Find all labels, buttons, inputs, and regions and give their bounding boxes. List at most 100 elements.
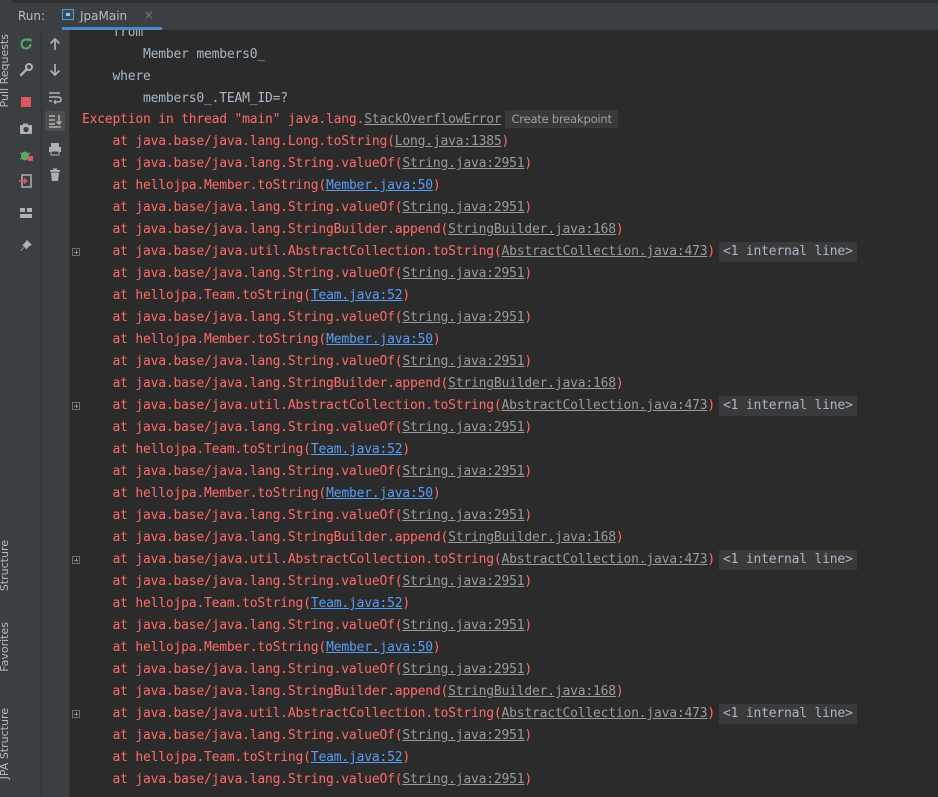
source-location-link[interactable]: String.java:2951 <box>402 618 524 633</box>
console-sql-line: where <box>82 69 151 84</box>
console-output[interactable]: from Member members0_ where members0_.TE… <box>70 30 938 797</box>
stack-frame-text: at java.base/java.util.AbstractCollectio… <box>82 706 502 721</box>
source-location-link[interactable]: StringBuilder.java:168 <box>448 222 616 237</box>
stack-frame-close-paren: ) <box>524 772 532 787</box>
stack-frame-text: at java.base/java.lang.String.valueOf( <box>82 772 403 787</box>
source-location-link[interactable]: Member.java:50 <box>326 640 433 655</box>
internal-lines-fold[interactable]: <1 internal line> <box>719 704 857 724</box>
stack-frame-close-paren: ) <box>524 662 532 677</box>
source-location-link[interactable]: AbstractCollection.java:473 <box>501 552 707 567</box>
trash-icon[interactable] <box>45 165 65 185</box>
arrow-up-icon[interactable] <box>45 34 65 54</box>
stack-frame-line: at java.base/java.lang.String.valueOf(St… <box>82 197 533 219</box>
stack-frame-text: at java.base/java.lang.String.valueOf( <box>82 310 403 325</box>
source-location-link[interactable]: Team.java:52 <box>311 288 403 303</box>
stack-frame-line: at java.base/java.lang.String.valueOf(St… <box>82 461 533 483</box>
source-location-link[interactable]: Member.java:50 <box>326 332 433 347</box>
pin-icon[interactable] <box>16 236 36 256</box>
soft-wrap-icon[interactable] <box>45 87 65 107</box>
source-location-link[interactable]: StringBuilder.java:168 <box>448 376 616 391</box>
source-location-link[interactable]: String.java:2951 <box>402 200 524 215</box>
stack-frame-text: at hellojpa.Member.toString( <box>82 486 327 501</box>
stack-frame-text: at java.base/java.lang.String.valueOf( <box>82 508 403 523</box>
source-location-link[interactable]: String.java:2951 <box>402 508 524 523</box>
stack-frame-line: at java.base/java.lang.StringBuilder.app… <box>82 219 624 241</box>
print-icon[interactable] <box>45 139 65 159</box>
source-location-link[interactable]: Member.java:50 <box>326 178 433 193</box>
stack-frame-line: at hellojpa.Member.toString(Member.java:… <box>82 483 441 505</box>
stack-frame-line: at java.base/java.util.AbstractCollectio… <box>82 703 857 725</box>
stack-frame-text: at java.base/java.lang.Long.toString( <box>82 134 395 149</box>
expand-fold-icon[interactable] <box>72 710 80 718</box>
stack-frame-close-paren: ) <box>524 574 532 589</box>
stack-frame-close-paren: ) <box>524 310 532 325</box>
internal-lines-fold[interactable]: <1 internal line> <box>719 550 857 570</box>
stack-frame-line: at java.base/java.lang.String.valueOf(St… <box>82 307 533 329</box>
source-location-link[interactable]: Member.java:50 <box>326 486 433 501</box>
exit-icon[interactable] <box>16 171 36 191</box>
stop-icon[interactable] <box>16 92 36 112</box>
source-location-link[interactable]: StringBuilder.java:168 <box>448 530 616 545</box>
source-location-link[interactable]: String.java:2951 <box>402 156 524 171</box>
source-location-link[interactable]: String.java:2951 <box>402 728 524 743</box>
source-location-link[interactable]: String.java:2951 <box>402 310 524 325</box>
stack-frame-text: at java.base/java.util.AbstractCollectio… <box>82 244 502 259</box>
stack-frame-close-paren: ) <box>615 376 624 391</box>
arrow-down-icon[interactable] <box>45 60 65 80</box>
exception-prefix: Exception in thread "main" java.lang. <box>82 112 365 127</box>
stack-frame-text: at java.base/java.lang.String.valueOf( <box>82 728 403 743</box>
camera-icon[interactable] <box>16 119 36 139</box>
source-location-link[interactable]: AbstractCollection.java:473 <box>501 244 707 259</box>
stack-frame-close-paren: ) <box>432 178 441 193</box>
side-tab-structure[interactable]: Structure <box>0 540 11 591</box>
source-location-link[interactable]: String.java:2951 <box>402 574 524 589</box>
debug-bug-icon[interactable] <box>16 145 36 165</box>
console-sql-line: Member members0_ <box>82 47 266 62</box>
source-location-link[interactable]: StringBuilder.java:168 <box>448 684 616 699</box>
stack-frame-text: at hellojpa.Team.toString( <box>82 442 312 457</box>
source-location-link[interactable]: Long.java:1385 <box>395 134 502 149</box>
internal-lines-fold[interactable]: <1 internal line> <box>719 242 857 262</box>
stack-frame-close-paren: ) <box>524 618 532 633</box>
stack-frame-close-paren: ) <box>501 134 510 149</box>
source-location-link[interactable]: String.java:2951 <box>402 772 524 787</box>
stack-frame-line: at hellojpa.Member.toString(Member.java:… <box>82 329 441 351</box>
stack-frame-line: at hellojpa.Team.toString(Team.java:52) <box>82 747 411 769</box>
exception-class-link[interactable]: StackOverflowError <box>364 112 501 127</box>
stack-frame-text: at hellojpa.Team.toString( <box>82 750 312 765</box>
stack-frame-close-paren: ) <box>615 530 624 545</box>
source-location-link[interactable]: AbstractCollection.java:473 <box>501 398 707 413</box>
source-location-link[interactable]: AbstractCollection.java:473 <box>501 706 707 721</box>
source-location-link[interactable]: Team.java:52 <box>311 596 403 611</box>
close-icon[interactable]: × <box>144 8 154 22</box>
source-location-link[interactable]: Team.java:52 <box>311 750 403 765</box>
rerun-icon[interactable] <box>16 34 36 54</box>
tab-jpamain[interactable]: JpaMain × <box>62 5 162 30</box>
scroll-to-end-icon[interactable] <box>45 111 65 131</box>
source-location-link[interactable]: String.java:2951 <box>402 266 524 281</box>
source-location-link[interactable]: String.java:2951 <box>402 354 524 369</box>
source-location-link[interactable]: String.java:2951 <box>402 420 524 435</box>
layout-icon[interactable] <box>16 203 36 223</box>
internal-lines-fold[interactable]: <1 internal line> <box>719 396 857 416</box>
stack-frame-text: at java.base/java.lang.String.valueOf( <box>82 354 403 369</box>
source-location-link[interactable]: String.java:2951 <box>402 464 524 479</box>
stack-frame-close-paren: ) <box>524 464 532 479</box>
expand-fold-icon[interactable] <box>72 248 80 256</box>
source-location-link[interactable]: String.java:2951 <box>402 662 524 677</box>
stack-frame-close-paren: ) <box>524 508 532 523</box>
stack-frame-close-paren: ) <box>707 706 716 721</box>
side-tab-favorites[interactable]: Favorites <box>0 622 11 672</box>
stack-frame-close-paren: ) <box>432 332 441 347</box>
stack-frame-line: at hellojpa.Team.toString(Team.java:52) <box>82 439 411 461</box>
side-tab-pull-requests[interactable]: Pull Requests <box>0 34 11 107</box>
side-tab-jpa-structure[interactable]: JPA Structure <box>0 708 11 779</box>
source-location-link[interactable]: Team.java:52 <box>311 442 403 457</box>
stack-frame-close-paren: ) <box>432 486 441 501</box>
create-breakpoint-button[interactable]: Create breakpoint <box>505 110 618 128</box>
stack-frame-text: at java.base/java.lang.StringBuilder.app… <box>82 530 449 545</box>
settings-wrench-icon[interactable] <box>16 60 36 80</box>
expand-fold-icon[interactable] <box>72 556 80 564</box>
expand-fold-icon[interactable] <box>72 402 80 410</box>
stack-frame-text: at java.base/java.lang.StringBuilder.app… <box>82 376 449 391</box>
